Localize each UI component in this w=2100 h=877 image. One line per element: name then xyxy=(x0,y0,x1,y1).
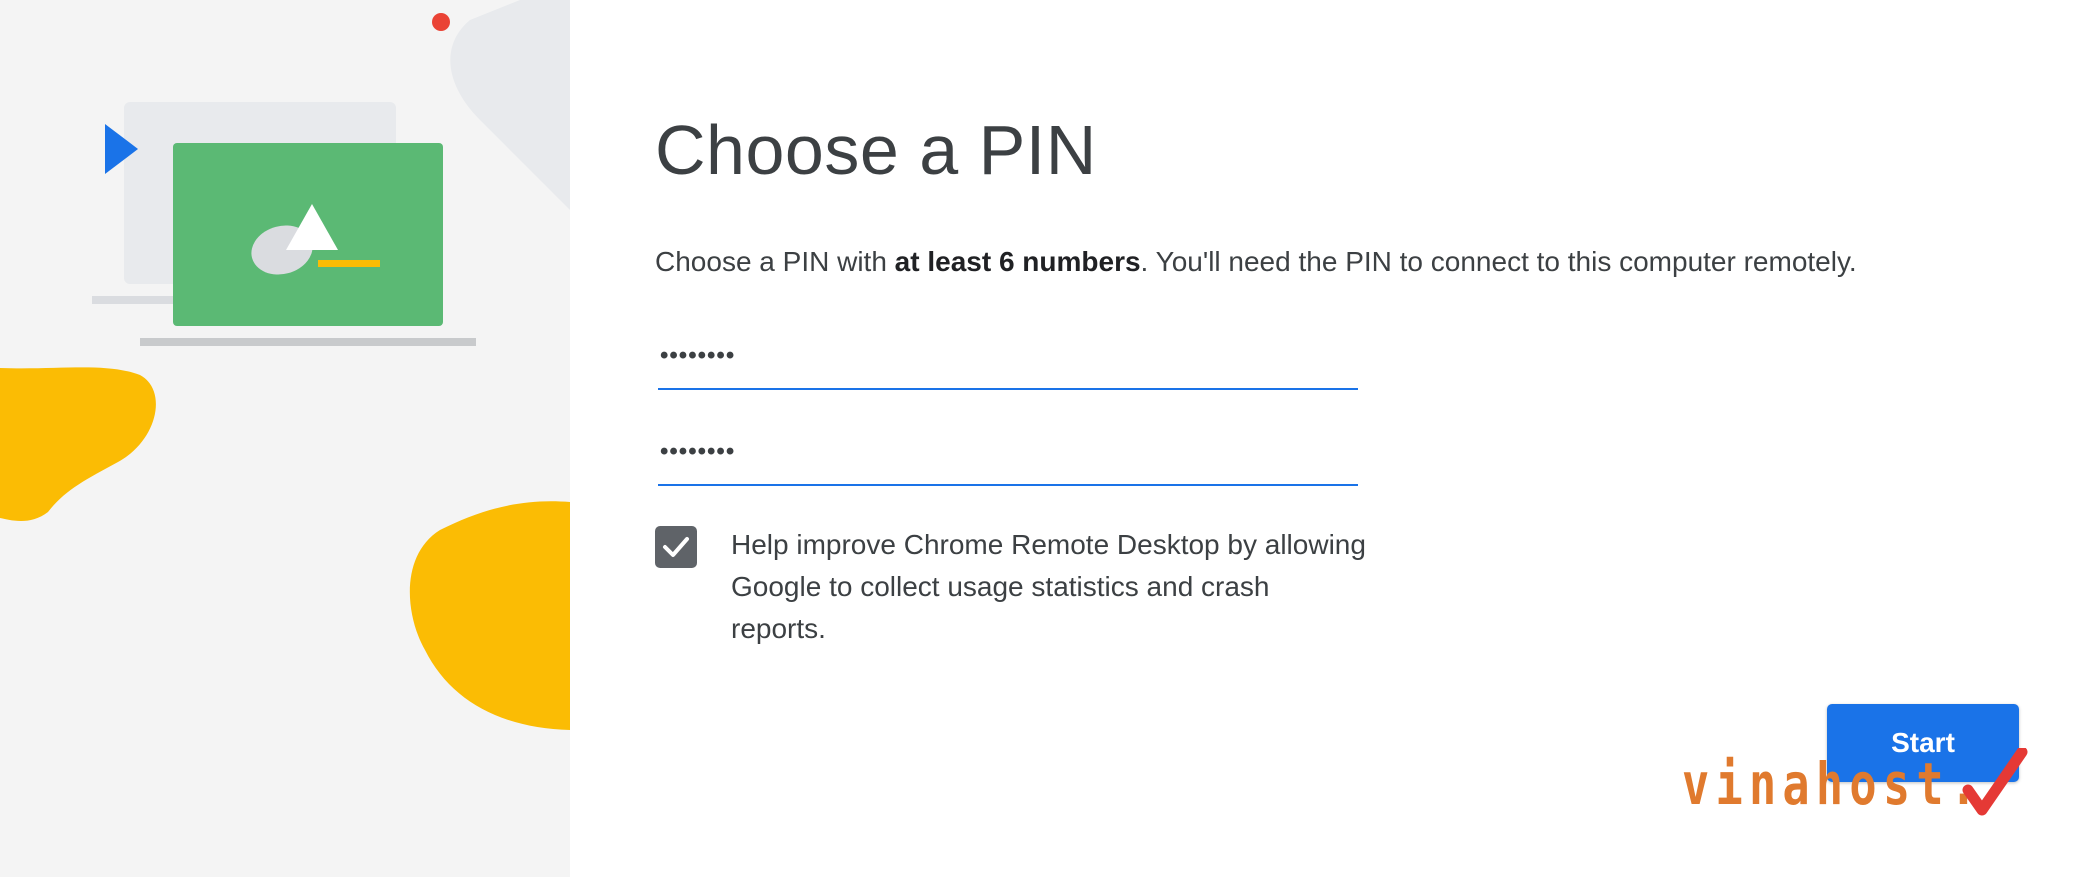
description-prefix: Choose a PIN with xyxy=(655,246,895,277)
laptop-base xyxy=(140,338,476,346)
description-bold: at least 6 numbers xyxy=(894,246,1141,277)
decorative-red-dot xyxy=(432,13,450,31)
pin-input[interactable]: •••••••• xyxy=(658,338,1358,390)
pin-confirm-input[interactable]: •••••••• xyxy=(658,434,1358,486)
choose-pin-screen: Choose a PIN Choose a PIN with at least … xyxy=(0,0,2100,877)
pin-form: Choose a PIN Choose a PIN with at least … xyxy=(655,0,2055,877)
page-title: Choose a PIN xyxy=(655,111,1097,189)
decorative-yellow-blob-left xyxy=(0,367,156,521)
checkmark-icon xyxy=(663,537,689,557)
pin-confirm-input-value: •••••••• xyxy=(660,438,736,465)
usage-stats-label: Help improve Chrome Remote Desktop by al… xyxy=(731,529,1366,644)
usage-stats-checkbox[interactable] xyxy=(655,526,697,568)
watermark-text: vinahost. xyxy=(1682,750,1984,818)
checkmark-icon xyxy=(1962,748,2028,816)
pin-input-value: •••••••• xyxy=(660,342,736,369)
description-suffix: . You'll need the PIN to connect to this… xyxy=(1140,246,1857,277)
pin-description: Choose a PIN with at least 6 numbers. Yo… xyxy=(655,244,1857,280)
vinahost-watermark: vinahost. xyxy=(1680,748,2040,828)
decorative-yellow-blob-right xyxy=(409,501,570,730)
illustration-graphic xyxy=(0,0,570,730)
decorative-grey-shape xyxy=(450,0,570,210)
decorative-yellow-line xyxy=(318,260,380,267)
laptop-base-back xyxy=(92,296,182,304)
illustration-panel xyxy=(0,0,570,877)
